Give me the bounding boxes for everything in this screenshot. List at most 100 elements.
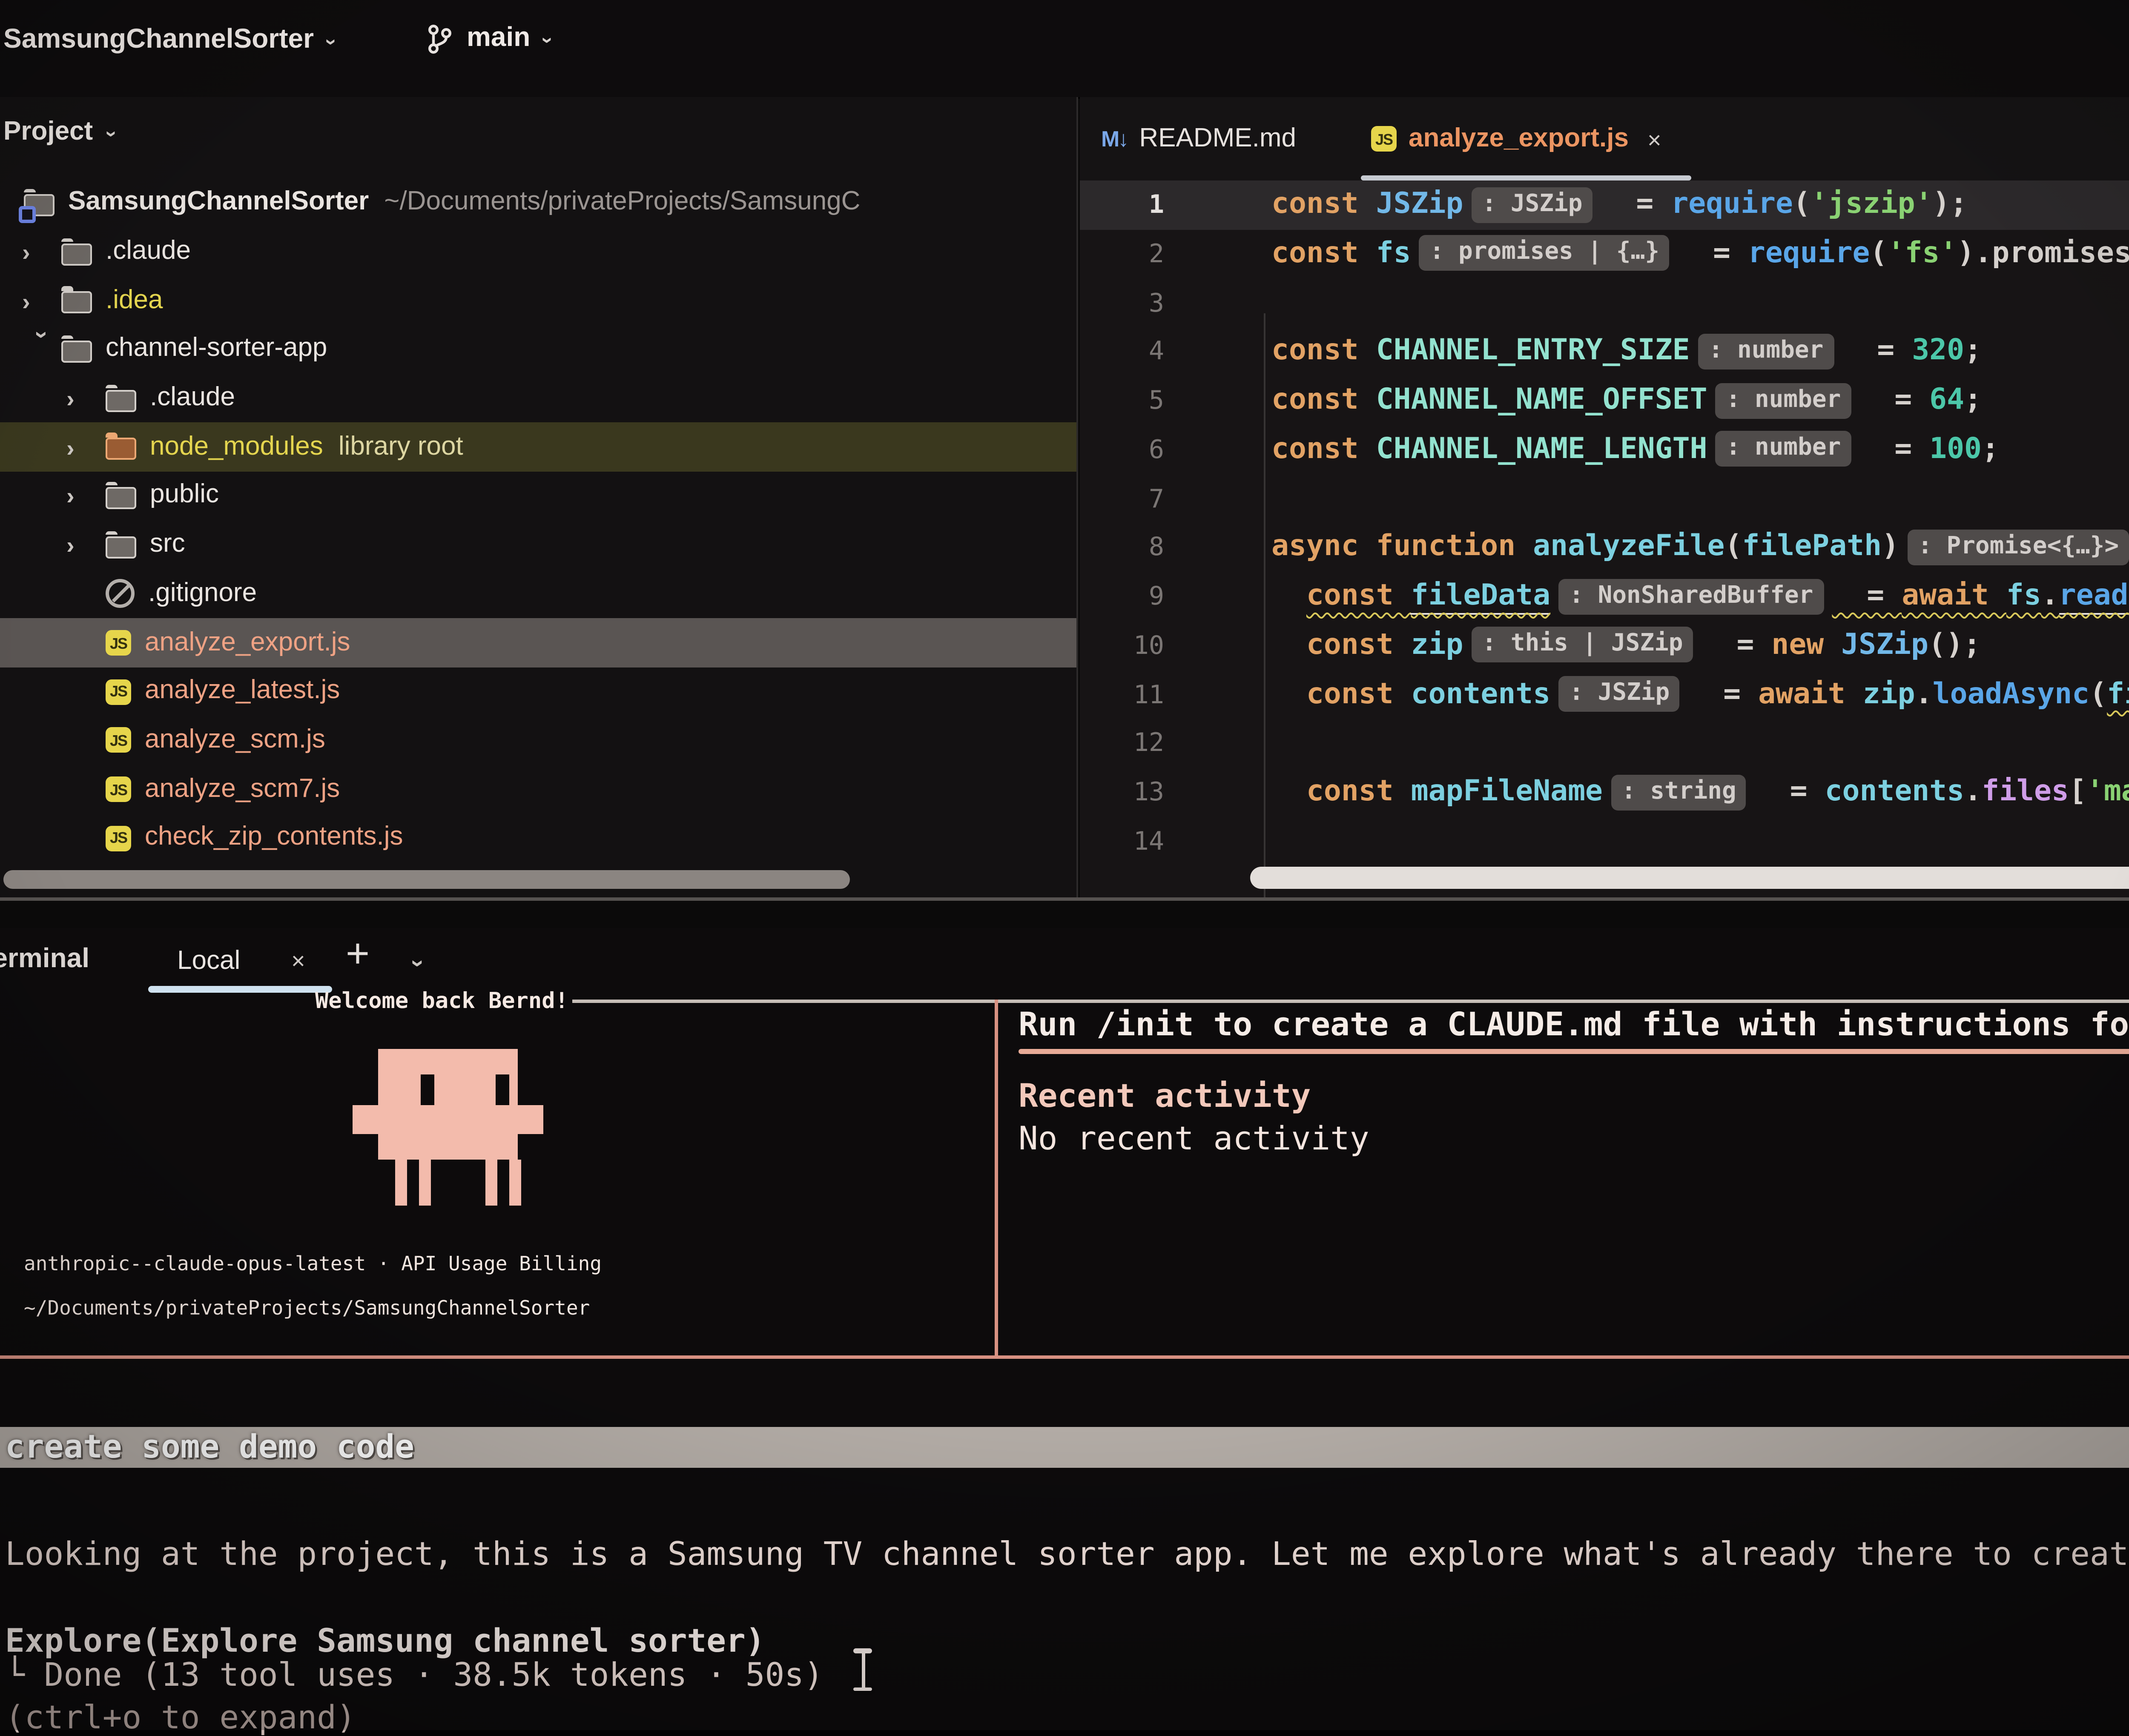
code-token: 'fs' [1888,236,1957,270]
code-line-13[interactable]: 13 const mapFileName: string = contents.… [1079,768,2129,817]
code-line-4[interactable]: 4const CHANNEL_ENTRY_SIZE: number = 320; [1079,327,2129,376]
code-line-12[interactable]: 12 [1079,719,2129,768]
tree-chevron-icon[interactable]: › [66,532,106,559]
code-line-7[interactable]: 7 [1079,474,2129,523]
code-token: = [1842,334,1912,368]
code-line-3[interactable]: 3 [1079,278,2129,327]
tab-analyze-export[interactable]: JS analyze_export.js × [1371,97,1692,180]
tree-item--claude[interactable]: ›.claude [0,228,1076,277]
vcs-branch-widget[interactable]: main › [426,24,551,54]
code-token: await [1902,579,2006,613]
tree-chevron-icon[interactable]: › [22,287,61,315]
inlay-hint: : number [1716,382,1851,418]
tree-item-label: analyze_latest.js [145,676,340,707]
code-line-10[interactable]: 10 const zip: this | JSZip = new JSZip()… [1079,621,2129,670]
javascript-icon: JS [106,825,131,851]
code-editor[interactable]: 1const JSZip: JSZip = require('jszip');2… [1079,180,2129,897]
tree-item-project-root[interactable]: SamsungChannelSorter ~/Documents/private… [0,179,1076,228]
tree-item-src[interactable]: ›src [0,521,1076,570]
welcome-box-bottom-border [0,1355,2129,1359]
project-horizontal-scrollbar[interactable] [3,870,850,889]
code-line-6[interactable]: 6const CHANNEL_NAME_LENGTH: number = 100… [1079,425,2129,474]
code-token: const [1306,628,1411,662]
line-number: 3 [1079,278,1164,327]
javascript-icon: JS [106,630,131,656]
code-token: 100 [1929,432,1982,466]
code-token: JSZip [1841,628,1928,662]
tree-item--idea[interactable]: › .idea [0,277,1076,326]
code-text: const contents: JSZip = await zip.loadAs… [1271,670,2129,719]
code-line-8[interactable]: 8async function analyzeFile(filePath): P… [1079,523,2129,572]
code-line-1[interactable]: 1const JSZip: JSZip = require('jszip'); [1079,180,2129,229]
mascot-eye [421,1074,434,1105]
tree-item--claude[interactable]: ›.claude [0,374,1076,423]
terminal-tab-local[interactable]: Local [177,947,240,977]
code-token: 64 [1929,383,1964,417]
code-token: 320 [1912,334,1964,368]
code-line-5[interactable]: 5const CHANNEL_NAME_OFFSET: number = 64; [1079,376,2129,425]
tree-item-analyze-scm-js[interactable]: JSanalyze_scm.js [0,716,1076,765]
branch-name: main [467,24,530,54]
code-token: fs [1376,236,1411,270]
tab-readme[interactable]: M↓ README.md [1101,97,1327,180]
close-icon[interactable]: × [1647,125,1661,152]
code-token: const [1271,383,1376,417]
chevron-down-icon[interactable]: › [406,960,433,968]
code-token: . [1915,677,1933,711]
code-token: const [1271,432,1376,466]
tree-chevron-icon[interactable]: › [22,238,61,266]
code-token: filePath [1742,530,1882,564]
tree-chevron-icon[interactable]: › [66,483,106,510]
tree-item-label: .idea [106,286,163,316]
project-panel-header[interactable]: Project › [3,117,113,148]
tree-item-analyze-export-js[interactable]: JSanalyze_export.js [0,619,1076,667]
code-token: const [1306,677,1411,711]
code-token: zip [1411,628,1463,662]
code-line-11[interactable]: 11 const contents: JSZip = await zip.loa… [1079,670,2129,719]
line-number: 10 [1079,621,1164,670]
project-widget[interactable]: SamsungChannelSorter › [3,26,334,56]
code-token: = [1678,236,1748,270]
tree-item-analyze-latest-js[interactable]: JSanalyze_latest.js [0,667,1076,716]
code-text: const mapFileName: string = contents.fil… [1271,768,2129,817]
inlay-hint: : this | JSZip [1472,627,1693,663]
tree-item-node-modules[interactable]: ›node_moduleslibrary root [0,423,1076,472]
new-terminal-button[interactable]: + [346,931,370,979]
code-text: const zip: this | JSZip = new JSZip(); [1271,621,1981,670]
terminal-tool-window[interactable]: Terminal Local × + › Welcome back Bernd!… [0,928,2129,1730]
code-line-14[interactable]: 14 [1079,817,2129,866]
line-number: 11 [1079,670,1164,719]
code-token: await [1758,677,1863,711]
code-line-2[interactable]: 2const fs: promises | {…} = require('fs'… [1079,229,2129,278]
editor-horizontal-scrollbar[interactable] [1249,867,2129,889]
code-line-9[interactable]: 9 const fileData: NonSharedBuffer = awai… [1079,572,2129,621]
tree-chevron-icon[interactable]: › [66,385,106,412]
tree-item-label: channel-sorter-app [106,335,327,365]
code-token: = [1688,677,1758,711]
tree-item-channel-sorter-app[interactable]: › channel-sorter-app [0,325,1076,374]
tree-item-public[interactable]: ›public [0,472,1076,521]
tree-item-label: .gitignore [148,579,257,609]
tree-chevron-icon[interactable]: › [66,434,106,461]
panel-splitter[interactable] [0,897,2129,900]
assistant-response: Looking at the project, this is a Samsun… [5,1536,2129,1573]
code-token: ; [1964,383,1982,417]
project-panel-title: Project [3,117,93,148]
code-token: = [1859,383,1929,417]
project-tree: SamsungChannelSorter ~/Documents/private… [0,179,1076,863]
tree-item-analyze-scm7-js[interactable]: JSanalyze_scm7.js [0,765,1076,814]
inlay-hint: : string [1611,774,1747,810]
close-icon[interactable]: × [291,947,305,974]
tree-item--gitignore[interactable]: .gitignore [0,570,1076,619]
line-number: 9 [1079,572,1164,621]
code-token: = [1601,187,1671,221]
code-token: zip [1863,677,1915,711]
recent-activity-empty: No recent activity [1019,1120,1369,1157]
tree-item-check-zip-contents-js[interactable]: JScheck_zip_contents.js [0,814,1076,863]
tab-label: README.md [1139,123,1296,154]
tab-label: analyze_export.js [1409,123,1629,154]
welcome-box-top-border [572,1000,2129,1002]
code-token: 'jszip' [1811,187,1933,221]
tree-chevron-icon[interactable]: › [29,332,57,371]
project-tool-window: Project › SamsungChannelSorter ~/Documen… [0,97,1078,897]
